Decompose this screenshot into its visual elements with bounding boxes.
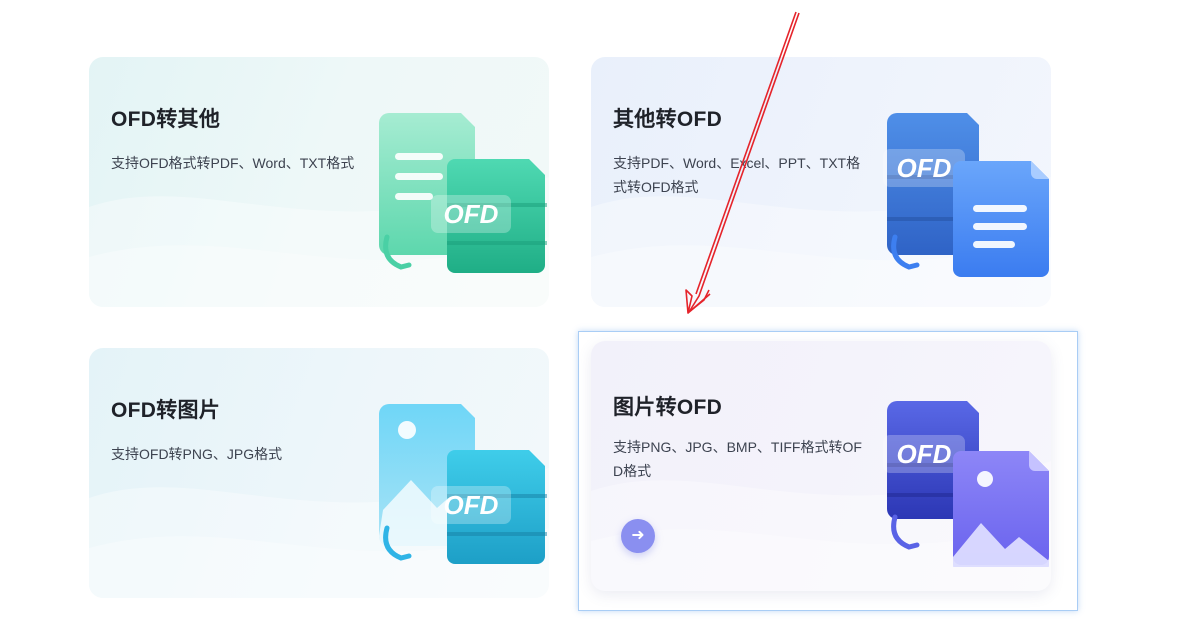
image-to-ofd-icon: OFD (883, 401, 1049, 567)
card-description: 支持OFD格式转PDF、Word、TXT格式 (111, 155, 355, 171)
card-ofd-to-other[interactable]: OFD转其他 支持OFD格式转PDF、Word、TXT格式 OFD (89, 57, 549, 307)
card-title: 其他转OFD (613, 108, 723, 131)
ofd-badge: OFD (897, 153, 952, 183)
card-ofd-to-image[interactable]: OFD转图片 支持OFD转PNG、JPG格式 OFD (89, 348, 549, 598)
arrow-right-icon[interactable]: ➜ (621, 519, 655, 553)
card-title: OFD转其他 (111, 108, 221, 131)
card-image-to-ofd[interactable]: 图片转OFD 支持PNG、JPG、BMP、TIFF格式转OFD格式 ➜ OFD (591, 341, 1051, 591)
ofd-badge: OFD (444, 490, 499, 520)
card-other-to-ofd[interactable]: 其他转OFD 支持PDF、Word、Excel、PPT、TXT格式转OFD格式 … (591, 57, 1051, 307)
card-description: 支持OFD转PNG、JPG格式 (111, 446, 283, 462)
card-title: OFD转图片 (111, 399, 221, 422)
ofd-badge: OFD (444, 199, 499, 229)
ofd-to-image-icon: OFD (379, 404, 547, 564)
card-description: 支持PNG、JPG、BMP、TIFF格式转OFD格式 (613, 439, 862, 479)
ofd-badge: OFD (897, 439, 952, 469)
card-description: 支持PDF、Word、Excel、PPT、TXT格式转OFD格式 (613, 155, 861, 195)
document-to-ofd-icon: OFD (883, 113, 1049, 277)
ofd-to-document-icon: OFD (379, 113, 547, 273)
card-title: 图片转OFD (613, 396, 723, 419)
